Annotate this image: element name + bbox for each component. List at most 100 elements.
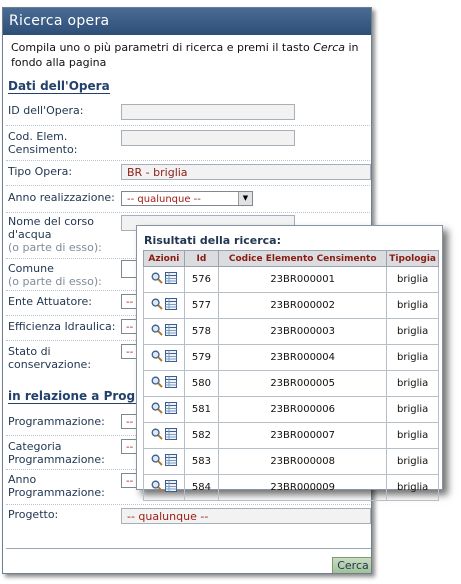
row-actions bbox=[143, 266, 185, 293]
id-opera-input[interactable] bbox=[121, 104, 295, 120]
row-id: 576 bbox=[183, 266, 220, 293]
row-codice: 23BR000006 bbox=[218, 396, 388, 423]
col-header-id: Id bbox=[183, 250, 220, 267]
row-tipologia: briglia bbox=[386, 318, 439, 345]
row-tipologia: briglia bbox=[386, 474, 439, 501]
row-id: 581 bbox=[183, 396, 220, 423]
tipo-opera-label: Tipo Opera: bbox=[8, 165, 73, 178]
results-popup: Risultati della ricerca: Azioni Id Codic… bbox=[136, 225, 443, 501]
nome-corso-label: Nome del corso d'acqua (o parte di esso)… bbox=[8, 215, 102, 254]
panel-title: Ricerca opera bbox=[3, 8, 371, 35]
comune-sub: (o parte di esso): bbox=[8, 275, 102, 288]
row-separator bbox=[6, 504, 371, 505]
sheet-icon[interactable] bbox=[164, 454, 177, 469]
sheet-icon[interactable] bbox=[164, 402, 177, 417]
categoria-label: Categoria Programmazione: bbox=[8, 440, 105, 466]
intro-line2: fondo alla pagina bbox=[11, 56, 107, 69]
results-header-row: Azioni Id Codice Elemento Censimento Tip… bbox=[143, 250, 439, 267]
row-tipologia: briglia bbox=[386, 344, 439, 371]
magnifier-icon[interactable] bbox=[151, 428, 163, 443]
magnifier-icon[interactable] bbox=[151, 402, 163, 417]
stato-line1: Stato di bbox=[8, 345, 51, 358]
row-id: 580 bbox=[183, 370, 220, 397]
col-header-tipologia: Tipologia bbox=[386, 250, 439, 267]
efficienza-label: Efficienza Idraulica: bbox=[8, 320, 116, 333]
row-tipologia: briglia bbox=[386, 422, 439, 449]
tipo-opera-field[interactable]: BR - briglia bbox=[121, 164, 371, 180]
nome-corso-line1: Nome del corso bbox=[8, 215, 95, 228]
cod-elem-input[interactable] bbox=[121, 130, 295, 146]
cod-elem-label-line2: Censimento: bbox=[8, 143, 78, 156]
magnifier-icon[interactable] bbox=[151, 298, 163, 313]
row-separator bbox=[6, 212, 371, 213]
magnifier-icon[interactable] bbox=[151, 480, 163, 495]
row-separator bbox=[6, 160, 371, 161]
stato-line2: conservazione: bbox=[8, 358, 92, 371]
intro-line1-em: Cerca bbox=[313, 41, 345, 54]
sheet-icon[interactable] bbox=[164, 350, 177, 365]
sheet-icon[interactable] bbox=[164, 376, 177, 391]
row-tipologia: briglia bbox=[386, 266, 439, 293]
row-codice: 23BR000002 bbox=[218, 292, 388, 319]
cerca-button[interactable]: Cerca bbox=[332, 557, 371, 573]
results-table: Azioni Id Codice Elemento Censimento Tip… bbox=[143, 250, 439, 501]
row-tipologia: briglia bbox=[386, 292, 439, 319]
section-dati-opera: Dati dell'Opera bbox=[8, 79, 110, 94]
row-actions bbox=[143, 292, 185, 319]
results-body: 576 23BR000001 briglia 577 23BR000002 briglia… bbox=[143, 266, 439, 501]
col-header-azioni: Azioni bbox=[143, 250, 185, 267]
table-row: 581 23BR000006 briglia bbox=[143, 396, 439, 423]
row-actions bbox=[143, 318, 185, 345]
row-tipologia: briglia bbox=[386, 396, 439, 423]
ente-label: Ente Attuatore: bbox=[8, 295, 92, 308]
cod-elem-label-line1: Cod. Elem. bbox=[8, 130, 68, 143]
anno-real-label: Anno realizzazione: bbox=[8, 191, 115, 204]
row-id: 578 bbox=[183, 318, 220, 345]
anno-real-select-value: -- qualunque -- bbox=[127, 194, 201, 205]
row-id: 579 bbox=[183, 344, 220, 371]
anno-real-select[interactable]: -- qualunque -- ▼ bbox=[121, 191, 253, 206]
comune-label: Comune (o parte di esso): bbox=[8, 262, 102, 288]
nome-corso-sub: (o parte di esso): bbox=[8, 241, 102, 254]
row-actions bbox=[143, 474, 185, 501]
col-header-codice: Codice Elemento Censimento bbox=[218, 250, 388, 267]
intro-line1-a: Compila uno o più parametri di ricerca e… bbox=[11, 41, 314, 54]
cod-elem-label: Cod. Elem. Censimento: bbox=[8, 130, 77, 156]
magnifier-icon[interactable] bbox=[151, 272, 163, 287]
comune-line1: Comune bbox=[8, 262, 54, 275]
nome-corso-line2: d'acqua bbox=[8, 228, 52, 241]
stato-label: Stato di conservazione: bbox=[8, 345, 91, 371]
table-row: 577 23BR000002 briglia bbox=[143, 292, 439, 319]
sheet-icon[interactable] bbox=[164, 272, 177, 287]
table-row: 576 23BR000001 briglia bbox=[143, 266, 439, 293]
anno-prog-line1: Anno bbox=[8, 473, 37, 486]
row-codice: 23BR000004 bbox=[218, 344, 388, 371]
progetto-select[interactable]: -- qualunque -- bbox=[121, 508, 371, 524]
magnifier-icon[interactable] bbox=[151, 350, 163, 365]
categoria-line1: Categoria bbox=[8, 440, 62, 453]
sheet-icon[interactable] bbox=[164, 298, 177, 313]
magnifier-icon[interactable] bbox=[151, 454, 163, 469]
sheet-icon[interactable] bbox=[164, 324, 177, 339]
row-codice: 23BR000005 bbox=[218, 370, 388, 397]
anno-prog-line2: Programmazione: bbox=[8, 486, 105, 499]
row-codice: 23BR000003 bbox=[218, 318, 388, 345]
row-actions bbox=[143, 344, 185, 371]
row-tipologia: briglia bbox=[386, 370, 439, 397]
results-title: Risultati della ricerca: bbox=[144, 234, 282, 247]
magnifier-icon[interactable] bbox=[151, 324, 163, 339]
intro-line1-b: in bbox=[344, 41, 359, 54]
sheet-icon[interactable] bbox=[164, 480, 177, 495]
row-id: 582 bbox=[183, 422, 220, 449]
intro-text: Compila uno o più parametri di ricerca e… bbox=[11, 40, 371, 70]
row-id: 583 bbox=[183, 448, 220, 475]
row-codice: 23BR000001 bbox=[218, 266, 388, 293]
row-actions bbox=[143, 448, 185, 475]
table-row: 583 23BR000008 briglia bbox=[143, 448, 439, 475]
sheet-icon[interactable] bbox=[164, 428, 177, 443]
dropdown-arrow-icon: ▼ bbox=[238, 192, 252, 205]
magnifier-icon[interactable] bbox=[151, 376, 163, 391]
row-actions bbox=[143, 370, 185, 397]
row-id: 584 bbox=[183, 474, 220, 501]
row-separator bbox=[6, 125, 371, 126]
